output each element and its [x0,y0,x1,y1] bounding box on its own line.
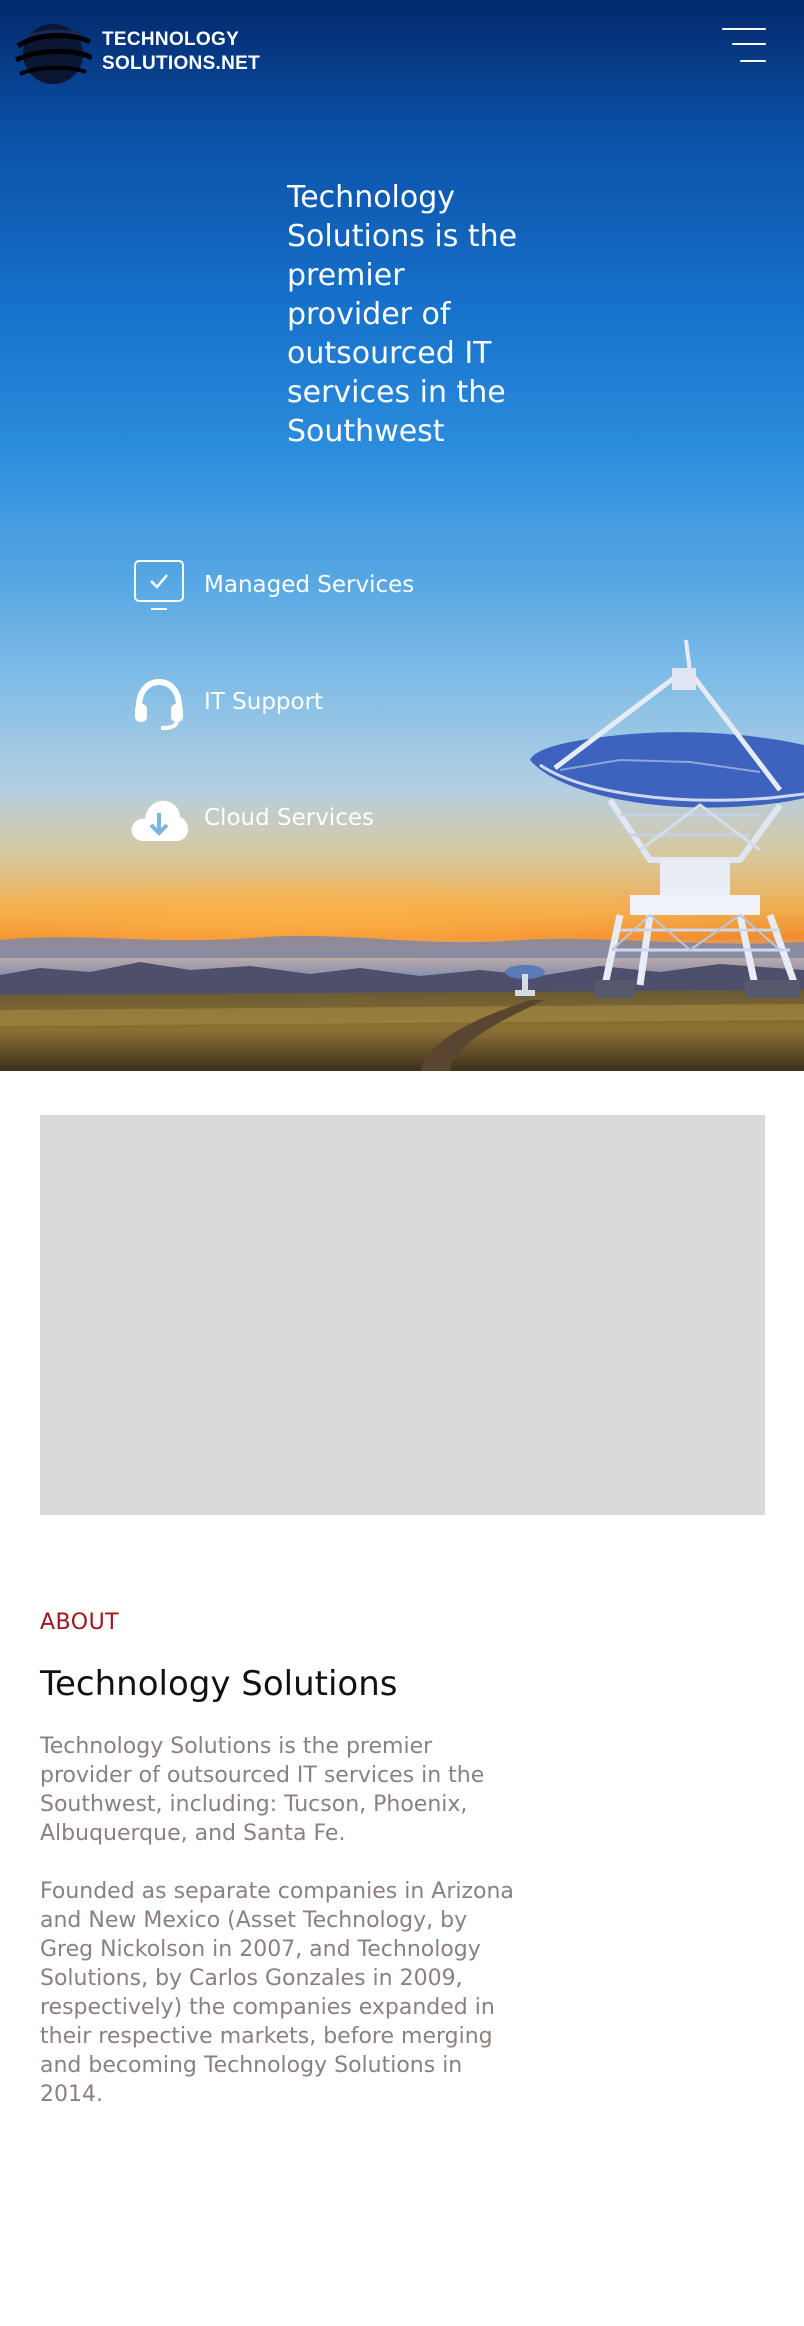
service-label: IT Support [204,689,324,715]
logo-wordmark: TECHNOLOGY SOLUTIONS.NET [102,28,260,76]
service-label: Managed Services [204,572,415,598]
about-paragraph-2: Founded as separate companies in Arizona… [40,1879,514,2107]
service-label: Cloud Services [204,805,374,831]
about-eyebrow: ABOUT [40,1610,120,1635]
service-cloud-services[interactable]: Cloud Services [130,790,374,846]
monitor-check-icon [130,557,188,613]
about-paragraph-1: Technology Solutions is the premier prov… [40,1734,485,1846]
logo-line-1: TECHNOLOGY [102,29,240,50]
media-placeholder [40,1115,765,1515]
service-managed-services[interactable]: Managed Services [130,557,414,613]
globe-icon [14,24,92,84]
hero-section: TECHNOLOGY SOLUTIONS.NET Technology Solu… [0,0,804,1071]
cloud-download-icon [130,790,188,846]
headset-icon [130,674,188,730]
site-logo[interactable]: TECHNOLOGY SOLUTIONS.NET [14,16,260,88]
logo-line-2: SOLUTIONS.NET [102,53,261,74]
service-it-support[interactable]: IT Support [130,674,323,730]
hero-tagline: Technology Solutions is the premier prov… [287,180,518,449]
about-body: Technology Solutions is the premier prov… [40,1732,515,2138]
menu-line [740,60,766,62]
hamburger-menu-icon[interactable] [716,22,768,70]
menu-line [732,43,766,45]
menu-line [722,28,766,30]
about-title: Technology Solutions [40,1664,398,1704]
hero-background-image [0,639,804,1071]
